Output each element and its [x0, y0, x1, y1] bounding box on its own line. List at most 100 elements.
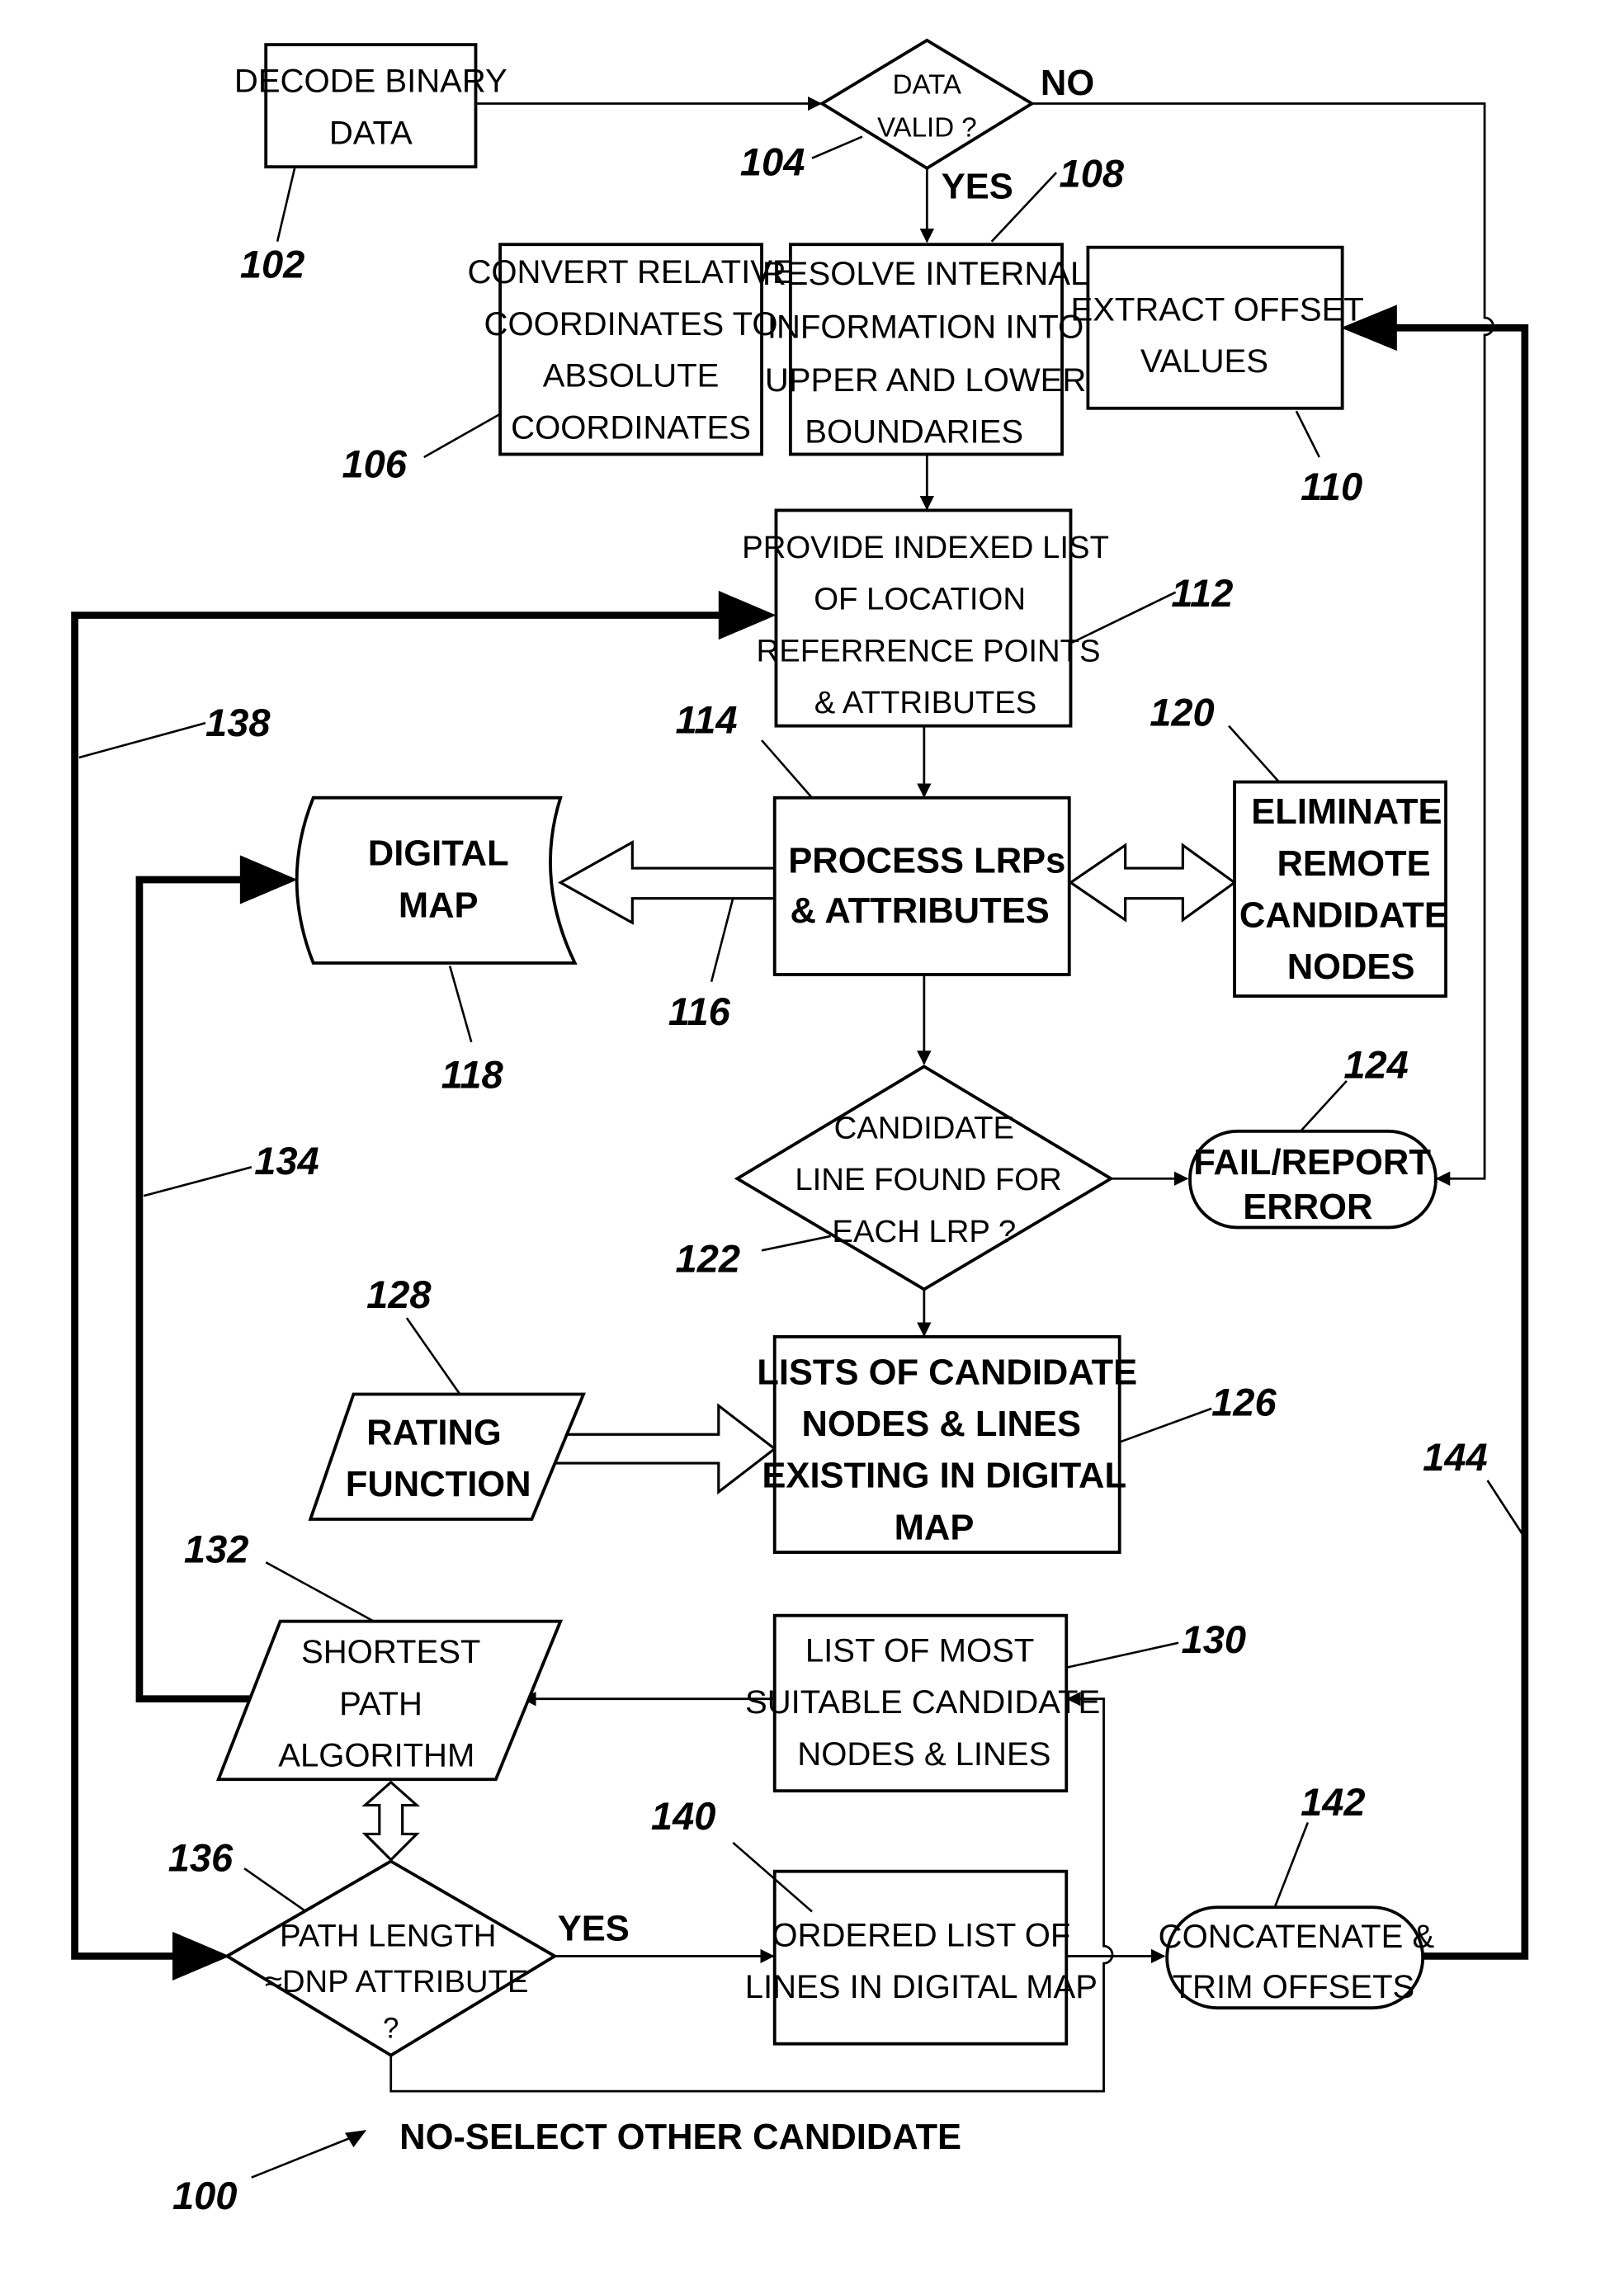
node-candidate-line-found: CANDIDATE LINE FOUND FOR EACH LRP ? — [734, 1065, 1114, 1291]
node-lists-of-candidate-nodes: LISTS OF CANDIDATE NODES & LINES EXISTIN… — [757, 1334, 1137, 1554]
node-text: ORDERED LIST OF — [772, 1917, 1070, 1953]
node-text: ERROR — [1243, 1187, 1372, 1227]
node-text: ≈DNP ATTRIBUTE — [265, 1964, 529, 2000]
ref-122: 122 — [676, 1236, 740, 1280]
node-text: REMOTE — [1277, 844, 1431, 884]
node-text: RESOLVE INTERNAL — [762, 256, 1088, 292]
node-text: MAP — [399, 885, 479, 925]
node-text: BOUNDARIES — [805, 414, 1023, 451]
node-text: VALID ? — [877, 113, 977, 144]
ref-112: 112 — [1171, 571, 1233, 615]
link-134-shortest-to-map — [135, 876, 259, 1703]
node-text: LIST OF MOST — [805, 1632, 1034, 1669]
node-text: EXISTING IN DIGITAL — [762, 1457, 1126, 1496]
node-text: DATA — [329, 115, 413, 151]
node-shortest-path-algorithm: SHORTEST PATH ALGORITHM — [215, 1619, 564, 1782]
arrowhead-pathlength — [172, 1931, 230, 1981]
node-convert-coordinates: CONVERT RELATIVE COORDINATES TO ABSOLUTE… — [467, 243, 795, 456]
node-eliminate-remote-candidate-nodes: ELIMINATE REMOTE CANDIDATE NODES — [1233, 780, 1448, 998]
node-fail-report-error: FAIL/REPORT ERROR — [1188, 1129, 1438, 1230]
node-text: PROCESS LRPs — [788, 841, 1065, 881]
node-text: PROVIDE INDEXED LIST — [742, 530, 1109, 565]
node-rating-function: RATING FUNCTION — [308, 1392, 586, 1521]
ref-132: 132 — [184, 1527, 248, 1570]
node-text: ? — [383, 2013, 399, 2045]
ref-120: 120 — [1150, 691, 1214, 734]
node-text: COORDINATES TO — [484, 306, 778, 342]
hollow-arrow-process-to-map — [558, 840, 775, 925]
node-list-of-most-suitable: LIST OF MOST SUITABLE CANDIDATE NODES & … — [745, 1613, 1100, 1793]
node-text: PATH — [339, 1686, 423, 1722]
node-text: OF LOCATION — [814, 582, 1026, 617]
node-text: PATH LENGTH — [280, 1918, 496, 1953]
node-ordered-list-of-lines: ORDERED LIST OF LINES IN DIGITAL MAP — [745, 1869, 1098, 2046]
node-text: DECODE BINARY — [234, 64, 508, 100]
node-text: LINE FOUND FOR — [795, 1162, 1061, 1197]
ref-118: 118 — [441, 1053, 504, 1097]
ref-124: 124 — [1343, 1042, 1408, 1086]
ref-114: 114 — [676, 697, 738, 741]
node-text: SUITABLE CANDIDATE — [745, 1684, 1100, 1721]
node-data-valid: DATA VALID ? — [819, 38, 1036, 171]
label-no-select-other-candidate: NO-SELECT OTHER CANDIDATE — [399, 2118, 961, 2157]
label-yes: YES — [558, 1909, 630, 1948]
ref-106: 106 — [342, 441, 407, 485]
node-decode-binary-data: DECODE BINARY DATA — [234, 43, 508, 169]
node-text: CANDIDATE — [834, 1110, 1014, 1145]
node-extract-offset-values: EXTRACT OFFSET VALUES — [1070, 245, 1364, 410]
node-text: ELIMINATE — [1251, 792, 1442, 832]
arrowhead-map — [239, 855, 298, 904]
node-text: INFORMATION INTO — [767, 309, 1083, 345]
node-text: FAIL/REPORT — [1193, 1143, 1431, 1183]
node-text: UPPER AND LOWER — [765, 362, 1086, 399]
label-yes: YES — [942, 167, 1013, 206]
ref-140: 140 — [651, 1794, 715, 1838]
node-text: REFERRENCE POINTS — [757, 633, 1101, 668]
node-text: & ATTRIBUTES — [814, 685, 1037, 720]
label-no: NO — [1041, 64, 1094, 103]
ref-100: 100 — [172, 2174, 237, 2217]
ref-142: 142 — [1301, 1780, 1365, 1824]
node-text: DIGITAL — [368, 834, 509, 874]
ref-136: 136 — [168, 1836, 234, 1880]
node-text: NODES & LINES — [801, 1405, 1081, 1444]
node-text: MAP — [895, 1508, 975, 1547]
node-text: COORDINATES — [511, 409, 751, 446]
node-text: & ATTRIBUTES — [790, 891, 1049, 931]
node-text: NODES — [1287, 947, 1415, 987]
ref-134: 134 — [254, 1139, 319, 1183]
node-text: CANDIDATE — [1239, 895, 1448, 935]
node-digital-map: DIGITAL MAP — [295, 796, 578, 965]
ref-102: 102 — [240, 242, 304, 286]
ref-104: 104 — [740, 140, 805, 184]
ref-144: 144 — [1423, 1435, 1487, 1479]
hollow-arrow-rating-to-lists — [553, 1403, 777, 1495]
ref-108: 108 — [1060, 152, 1125, 196]
node-text: NODES & LINES — [797, 1736, 1050, 1773]
ref-128: 128 — [366, 1272, 432, 1316]
node-text: LINES IN DIGITAL MAP — [745, 1969, 1098, 2005]
node-text: CONVERT RELATIVE — [467, 254, 794, 290]
flowchart: DECODE BINARY DATA DATA VALID ? NO YES C… — [71, 38, 1529, 2217]
ref-126: 126 — [1211, 1381, 1277, 1424]
node-text: LISTS OF CANDIDATE — [757, 1353, 1137, 1392]
node-text: TRIM OFFSETS — [1173, 1969, 1415, 2005]
node-provide-indexed-list: PROVIDE INDEXED LIST OF LOCATION REFERRE… — [742, 508, 1109, 728]
node-concatenate-trim-offsets: CONCATENATE & TRIM OFFSETS — [1159, 1905, 1435, 2010]
node-text: FUNCTION — [346, 1465, 531, 1504]
node-text: CONCATENATE & — [1159, 1919, 1435, 1955]
ref-110: 110 — [1301, 465, 1362, 508]
hollow-arrow-shortest-pathlength — [361, 1780, 421, 1862]
node-text: ALGORITHM — [278, 1738, 474, 1774]
node-text: ABSOLUTE — [543, 358, 720, 394]
node-text: EXTRACT OFFSET — [1070, 292, 1363, 328]
node-process-lrps: PROCESS LRPs & ATTRIBUTES — [772, 796, 1071, 976]
hollow-arrow-process-eliminate — [1068, 843, 1237, 923]
node-text: RATING — [366, 1413, 502, 1452]
node-resolve-internal-information: RESOLVE INTERNAL INFORMATION INTO UPPER … — [762, 243, 1088, 456]
node-text: DATA — [893, 69, 961, 100]
ref-138: 138 — [205, 701, 271, 744]
ref-130: 130 — [1182, 1617, 1246, 1661]
node-text: SHORTEST — [301, 1634, 480, 1670]
ref-116: 116 — [668, 989, 731, 1033]
